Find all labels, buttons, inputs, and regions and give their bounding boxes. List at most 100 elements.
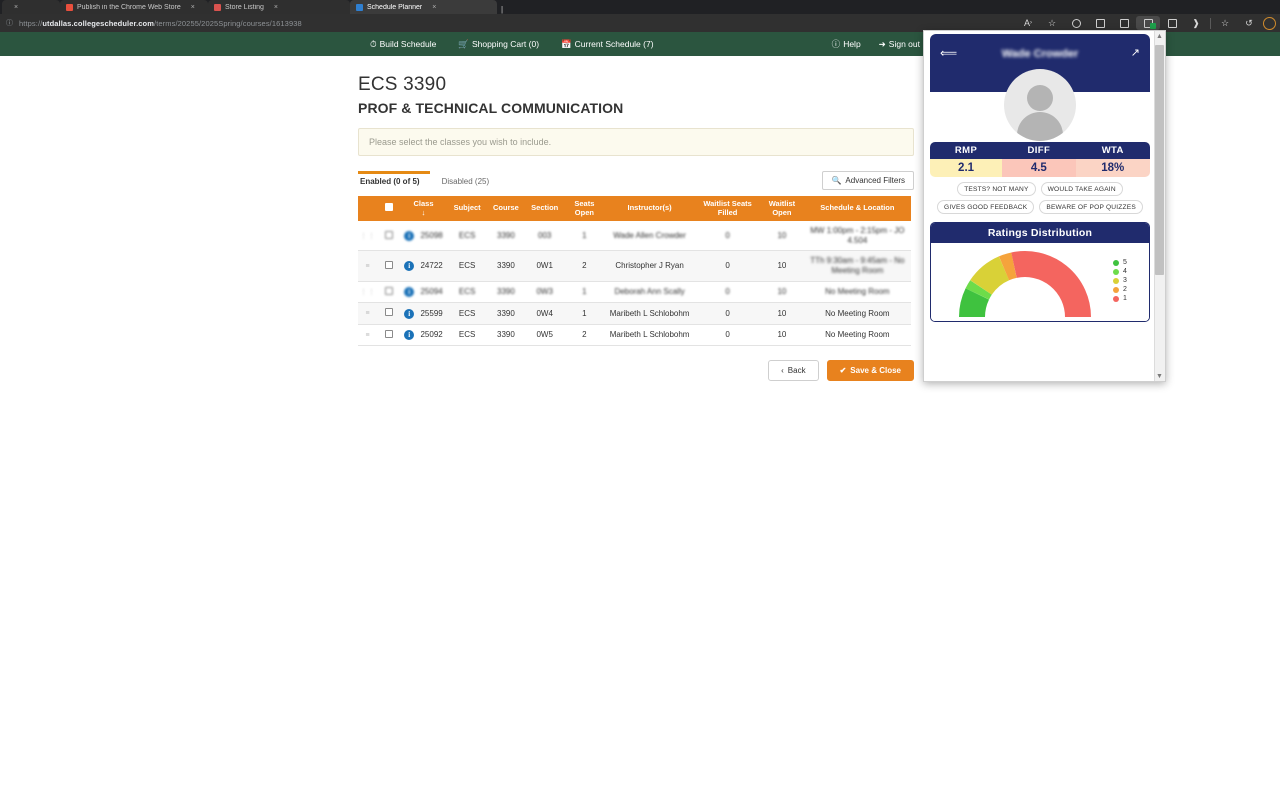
advanced-filters-button[interactable]: 🔍 Advanced Filters [822, 171, 914, 190]
info-icon[interactable]: i [404, 286, 415, 297]
row-checkbox[interactable] [384, 260, 393, 269]
select-all-checkbox[interactable] [384, 203, 393, 212]
cell-seats-open[interactable]: 1 [564, 281, 605, 304]
tab-enabled[interactable]: Enabled (0 of 5) [358, 171, 430, 190]
cart-icon: 🛒 [458, 38, 469, 49]
cell-waitlist-open[interactable]: 10 [760, 221, 804, 252]
cell-waitlist-open[interactable]: 10 [760, 281, 804, 304]
share-icon[interactable]: ❱ [1184, 14, 1208, 32]
browser-tab-0[interactable]: × [2, 0, 60, 14]
cell-schedule: TTh 9:30am - 9:45am - No Meeting Room [803, 250, 911, 282]
save-and-close-button[interactable]: ✔ Save & Close [826, 360, 914, 382]
col-schedule[interactable]: Schedule & Location [803, 196, 911, 222]
nav-shopping-cart[interactable]: 🛒 Shopping Cart (0) [458, 39, 539, 50]
row-info-cell[interactable]: i 25599 [399, 302, 448, 325]
cell-instructor[interactable]: Deborah Ann Scally [604, 281, 696, 304]
row-checkbox-cell[interactable] [378, 281, 400, 304]
table-row[interactable]: ≡ i 25599 ECS 3390 0W4 1 Maribeth L Schl… [358, 302, 911, 325]
row-drag-handle[interactable]: ≡ [358, 324, 378, 347]
favorites-icon[interactable]: ☆ [1213, 14, 1237, 32]
col-course[interactable]: Course [487, 196, 525, 222]
legend-label: 4 [1123, 268, 1127, 275]
browser-tab-2[interactable]: Store Listing × [208, 0, 350, 14]
cell-waitlist-open[interactable]: 10 [760, 250, 804, 282]
col-seats-open[interactable]: Seats Open [564, 196, 605, 222]
cell-instructor[interactable]: Maribeth L Schlobohm [604, 302, 696, 325]
nav-build-schedule[interactable]: ⏱ Build Schedule [370, 39, 436, 50]
row-checkbox[interactable] [384, 329, 393, 338]
cell-seats-open[interactable]: 1 [564, 302, 605, 325]
info-icon[interactable]: i [404, 261, 415, 272]
col-section[interactable]: Section [524, 196, 565, 222]
scrollbar-thumb[interactable] [1155, 45, 1164, 275]
nav-sign-out[interactable]: ➜ Sign out [879, 39, 920, 50]
scroll-up-arrow-icon[interactable]: ▲ [1155, 31, 1164, 43]
stat-value-diff: 4.5 [1002, 159, 1076, 177]
table-row[interactable]: ⋮⋮ i 25094 ECS 3390 0W3 1 Deborah Ann Sc… [358, 281, 911, 304]
back-button[interactable]: ‹ Back [768, 360, 819, 382]
tab-close-icon[interactable]: × [432, 4, 436, 11]
cell-waitlist-filled: 0 [695, 250, 761, 282]
row-info-cell[interactable]: i 25092 [399, 324, 448, 347]
extensions-icon[interactable] [1136, 16, 1160, 30]
browser-chrome: × Publish in the Chrome Web Store × Stor… [0, 0, 1280, 32]
cell-seats-open[interactable]: 1 [564, 221, 605, 252]
row-checkbox-cell[interactable] [378, 250, 400, 282]
cell-course: 3390 [487, 281, 525, 304]
row-checkbox-cell[interactable] [378, 302, 400, 325]
rate-my-professor-popup[interactable]: ⟸ ↗ Wade Crowder RMP DIFF WTA 2.1 4.5 18… [923, 30, 1166, 382]
info-icon[interactable]: i [404, 230, 415, 241]
tab-close-icon[interactable]: × [274, 4, 278, 11]
row-drag-handle[interactable]: ≡ [358, 302, 378, 325]
cell-instructor[interactable]: Christopher J Ryan [604, 250, 696, 282]
row-checkbox-cell[interactable] [378, 324, 400, 347]
row-info-cell[interactable]: i 24722 [399, 250, 448, 282]
browser-tab-1[interactable]: Publish in the Chrome Web Store × [60, 0, 208, 14]
row-drag-handle[interactable]: ≡ [358, 250, 378, 282]
row-checkbox[interactable] [384, 230, 393, 239]
table-row[interactable]: ≡ i 25092 ECS 3390 0W5 2 Maribeth L Schl… [358, 324, 911, 347]
cell-class: 25092 [420, 330, 443, 340]
col-subject[interactable]: Subject [447, 196, 488, 222]
popup-scrollbar[interactable]: ▲ ▼ [1154, 31, 1165, 381]
col-class[interactable]: Class ↓ [399, 196, 448, 222]
row-info-cell[interactable]: i 25094 [399, 281, 448, 304]
new-tab-button[interactable]: | [497, 5, 507, 14]
tab-close-icon[interactable]: × [191, 4, 195, 11]
scroll-down-arrow-icon[interactable]: ▼ [1155, 371, 1164, 381]
profile-avatar-icon[interactable] [1263, 16, 1276, 30]
history-icon[interactable]: ↺ [1237, 14, 1261, 32]
cell-seats-open[interactable]: 2 [564, 250, 605, 282]
row-drag-handle[interactable]: ⋮⋮ [358, 221, 378, 252]
row-info-cell[interactable]: i 25098 [399, 221, 448, 252]
nav-current-schedule[interactable]: 📅 Current Schedule (7) [561, 39, 654, 50]
col-instructor[interactable]: Instructor(s) [604, 196, 696, 222]
info-icon[interactable]: i [404, 330, 415, 341]
legend-item-2: 2 [1113, 286, 1143, 293]
row-checkbox-cell[interactable] [378, 221, 400, 252]
cell-class: 25094 [420, 286, 443, 296]
col-waitlist-filled[interactable]: Waitlist Seats Filled [695, 196, 761, 222]
table-row[interactable]: ⋮⋮ i 25098 ECS 3390 003 1 Wade Allen Cro… [358, 221, 911, 252]
gauge-seg-5 [959, 288, 990, 318]
cell-waitlist-open[interactable]: 10 [760, 302, 804, 325]
cell-instructor[interactable]: Wade Allen Crowder [604, 221, 696, 252]
tag-would-take-again: WOULD TAKE AGAIN [1040, 182, 1123, 196]
ratings-distribution-body: 5 4 3 2 1 [931, 243, 1149, 321]
tab-disabled[interactable]: Disabled (25) [430, 171, 500, 190]
tab-close-icon[interactable]: × [14, 4, 18, 11]
cell-waitlist-open[interactable]: 10 [760, 324, 804, 347]
table-row[interactable]: ≡ i 24722 ECS 3390 0W1 2 Christopher J R… [358, 250, 911, 282]
navbar-right-group: ⓘ Help ➜ Sign out [832, 38, 920, 50]
col-waitlist-open[interactable]: Waitlist Open [760, 196, 804, 222]
info-icon[interactable]: i [404, 308, 415, 319]
browser-tab-3[interactable]: Schedule Planner × [350, 0, 497, 14]
site-info-icon[interactable]: ⓘ [6, 18, 13, 28]
nav-help[interactable]: ⓘ Help [832, 38, 861, 50]
row-drag-handle[interactable]: ⋮⋮ [358, 281, 378, 304]
cell-seats-open[interactable]: 2 [564, 324, 605, 347]
col-select-all[interactable] [378, 196, 400, 222]
row-checkbox[interactable] [384, 308, 393, 317]
cell-instructor[interactable]: Maribeth L Schlobohm [604, 324, 696, 347]
row-checkbox[interactable] [384, 286, 393, 295]
